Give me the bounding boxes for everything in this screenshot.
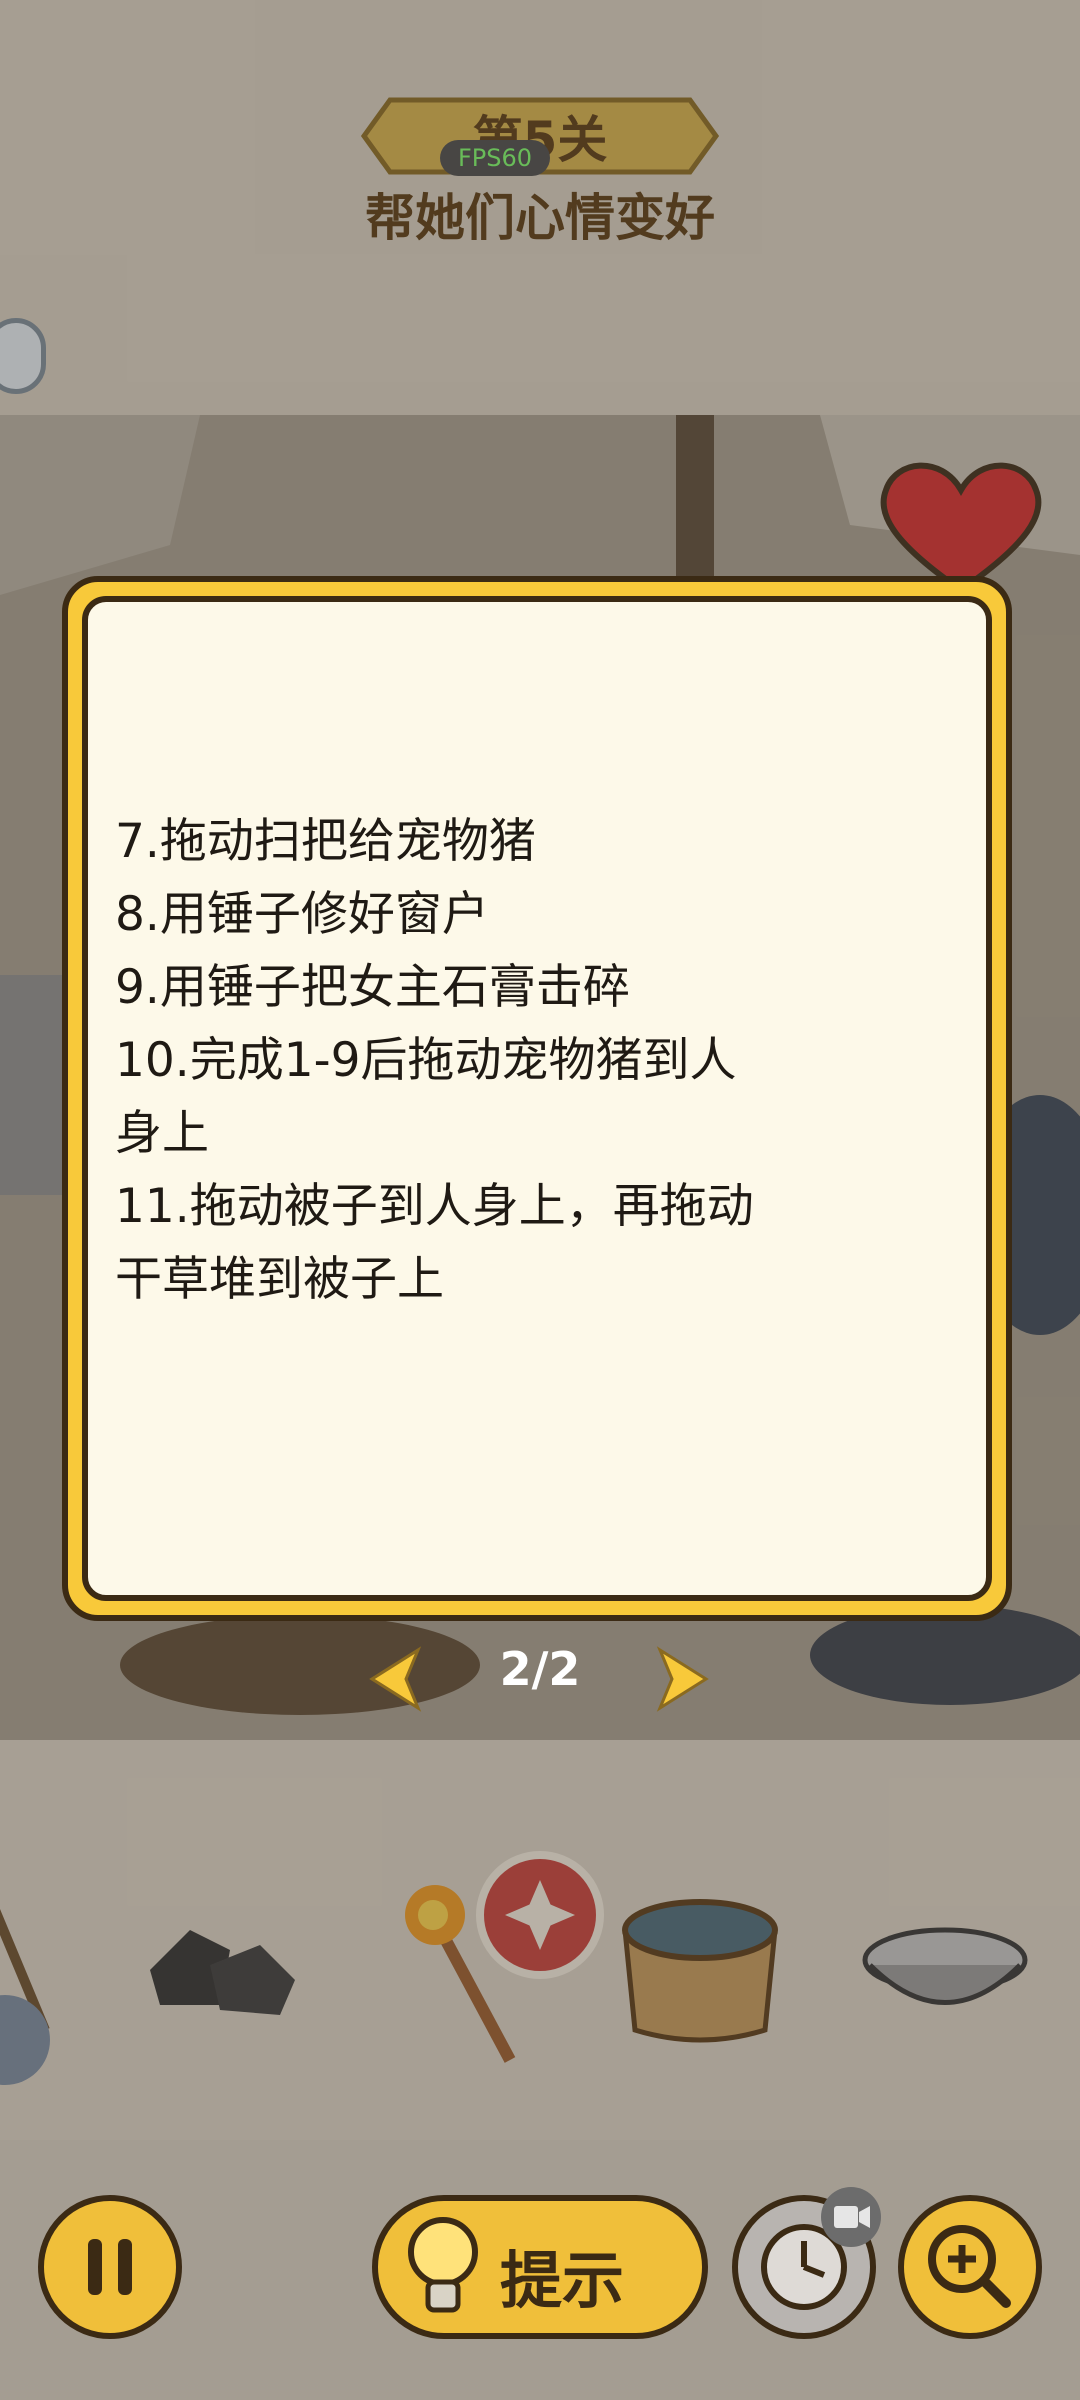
hint-step: 11.拖动被子到人身上，再拖动 干草堆到被子上 [115, 1179, 754, 1307]
hint-step: 10.完成1-9后拖动宠物猪到人 身上 [115, 1033, 737, 1161]
zoom-button[interactable] [898, 2195, 1042, 2339]
zoom-in-icon [928, 2225, 1011, 2308]
page-indicator: 2/2 [499, 1642, 581, 1696]
hint-step: 9.用锤子把女主石膏击碎 [115, 960, 630, 1015]
pause-icon [88, 2239, 132, 2295]
lightbulb-icon [408, 2217, 478, 2313]
hint-button-label: 提示 [500, 2244, 625, 2317]
hint-step: 8.用锤子修好窗户 [115, 887, 489, 942]
pause-button[interactable] [38, 2195, 182, 2339]
hint-step: 7.拖动扫把给宠物猪 [115, 814, 536, 869]
prev-page-arrow-icon[interactable] [366, 1646, 422, 1712]
hint-steps: 7.拖动扫把给宠物猪 8.用锤子修好窗户 9.用锤子把女主石膏击碎 10.完成1… [115, 805, 915, 1316]
video-ad-icon [821, 2187, 881, 2247]
next-page-arrow-icon[interactable] [656, 1646, 712, 1712]
